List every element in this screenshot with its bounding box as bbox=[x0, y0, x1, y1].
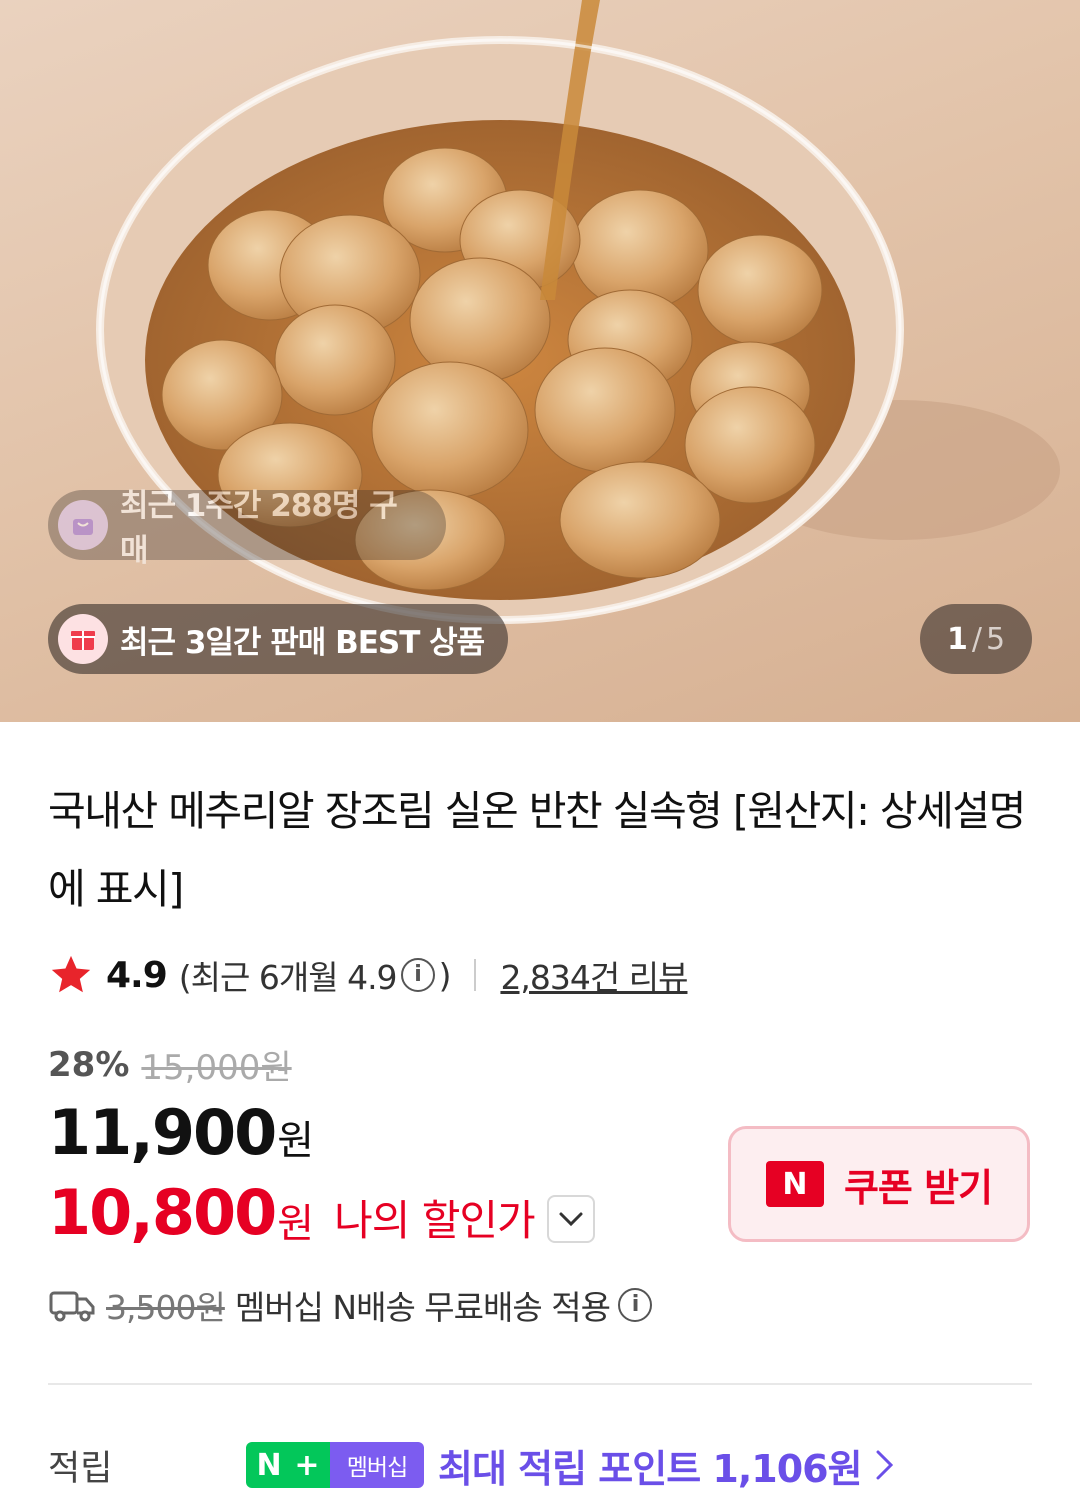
shipping-fee: 3,500원 bbox=[106, 1288, 226, 1327]
points-label: 적립 bbox=[48, 1448, 113, 1489]
recent-purchases-text: 최근 1주간 288명 구매 bbox=[119, 488, 398, 569]
chevron-right-icon bbox=[876, 1450, 893, 1480]
recent-purchases-badge: 최근 1주간 288명 구매 bbox=[48, 488, 446, 569]
rating-row: 4.9 (최근 6개월 4.9 i ) 2,834건 리뷰 bbox=[48, 950, 688, 1000]
get-coupon-label: 쿠폰 받기 bbox=[843, 1165, 993, 1210]
product-image-carousel[interactable]: 최근 1주간 288명 구매 최근 3일간 판매 BEST 상품 1 / 5 bbox=[0, 0, 1080, 722]
recent-rating-text: (최근 6개월 4.9 bbox=[178, 958, 398, 997]
image-total: 5 bbox=[985, 621, 1006, 657]
divider bbox=[474, 959, 477, 991]
image-separator: / bbox=[971, 621, 982, 657]
naver-plus-badge: N + bbox=[246, 1442, 330, 1488]
get-coupon-button[interactable]: N 쿠폰 받기 bbox=[728, 1126, 1030, 1242]
shopping-bag-icon bbox=[58, 500, 108, 550]
badge-plus-text: + bbox=[294, 1447, 320, 1483]
recent-rating-close: ) bbox=[438, 955, 452, 995]
shipping-text: 멤버십 N배송 무료배송 적용 bbox=[234, 1288, 611, 1327]
max-points-text: 최대 적립 포인트 1,106원 bbox=[438, 1446, 863, 1491]
gift-box-icon bbox=[58, 614, 108, 664]
best-seller-text: 최근 3일간 판매 BEST 상품 bbox=[120, 624, 485, 661]
rating-score: 4.9 bbox=[106, 954, 168, 996]
discount-percent: 28% bbox=[48, 1044, 130, 1085]
naver-plus-membership-badge: N + 멤버십 bbox=[246, 1442, 424, 1488]
star-icon bbox=[51, 955, 91, 993]
badge-n-text: N bbox=[256, 1447, 282, 1483]
discount-row: 28% 15,000원 bbox=[48, 1040, 292, 1089]
my-price-expand-button[interactable] bbox=[546, 1194, 595, 1243]
product-title: 국내산 메추리알 장조림 실온 반찬 실속형 [원산지: 상세설명에 표시] bbox=[48, 787, 1026, 913]
sale-price-unit: 원 bbox=[277, 1118, 315, 1164]
best-seller-badge: 최근 3일간 판매 BEST 상품 bbox=[48, 604, 508, 674]
image-counter: 1 / 5 bbox=[920, 604, 1032, 674]
my-price-label: 나의 할인가 bbox=[334, 1196, 536, 1245]
review-count-link[interactable]: 2,834건 리뷰 bbox=[500, 951, 688, 999]
sale-price-amount: 11,900 bbox=[48, 1096, 277, 1169]
info-icon[interactable]: i bbox=[617, 1288, 652, 1322]
my-price-amount: 10,800 bbox=[48, 1176, 277, 1249]
sale-price: 11,900 원 bbox=[48, 1096, 314, 1169]
original-price: 15,000원 bbox=[141, 1048, 292, 1088]
shipping-row: 3,500원 멤버십 N배송 무료배송 적용 i bbox=[48, 1280, 656, 1330]
my-discount-price: 10,800 원 나의 할인가 bbox=[48, 1176, 595, 1249]
image-index: 1 bbox=[946, 621, 968, 657]
membership-badge-text: 멤버십 bbox=[330, 1442, 424, 1488]
points-row[interactable]: 적립 N + 멤버십 최대 적립 포인트 1,106원 bbox=[48, 1438, 1038, 1492]
my-price-unit: 원 bbox=[277, 1200, 315, 1247]
truck-icon bbox=[49, 1291, 95, 1322]
chevron-down-icon bbox=[559, 1212, 583, 1226]
section-divider bbox=[48, 1383, 1032, 1385]
info-icon[interactable]: i bbox=[400, 958, 435, 992]
recent-rating: (최근 6개월 4.9 i ) bbox=[178, 951, 452, 999]
naver-logo-icon: N bbox=[765, 1161, 824, 1207]
